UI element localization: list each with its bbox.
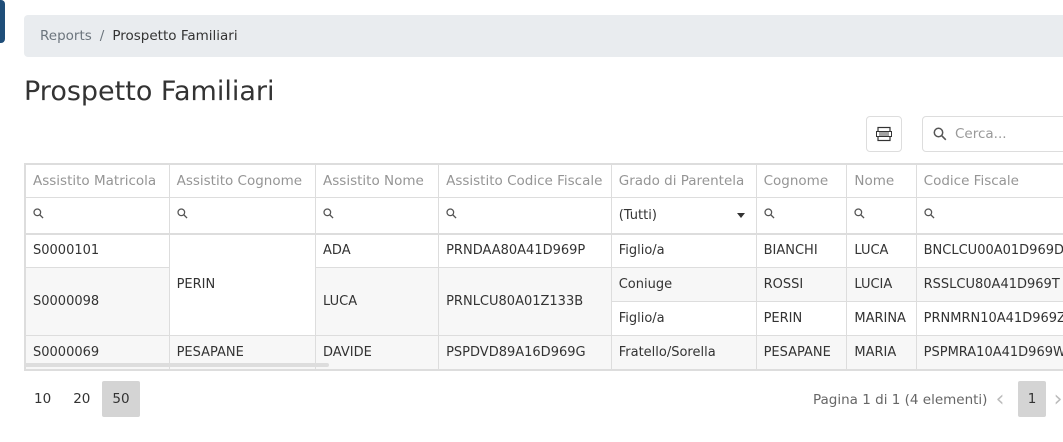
xlsx-export-icon [876,126,892,142]
cell-cognome: PERIN [755,301,848,336]
filter-search-icon [323,208,334,219]
cell-grado-parentela: Fratello/Sorella [610,335,757,370]
cell-assistito-nome: ADA [315,233,440,268]
pager-navigation: ‹ 1 › [988,381,1063,417]
filter-search-icon [176,208,188,219]
search-input[interactable]: Cerca... [922,116,1063,152]
filter-cognome[interactable] [755,197,848,235]
cell-cognome: PESAPANE [755,335,848,370]
data-grid: Assistito Matricola Assistito Cognome As… [24,163,1063,371]
cell-nome: MARINA [846,301,917,336]
cell-cognome: BIANCHI [755,233,848,268]
filter-select-value: (Tutti) [618,207,657,223]
filter-assistito-matricola[interactable] [25,197,170,235]
column-header-assistito-matricola[interactable]: Assistito Matricola [25,164,170,198]
horizontal-scrollbar[interactable] [24,363,329,367]
cell-grado-parentela: Figlio/a [610,301,757,336]
cell-assistito-codice-fiscale: PSPDVD89A16D969G [438,335,612,370]
column-header-nome[interactable]: Nome [846,164,917,198]
cell-assistito-codice-fiscale: PRNDAA80A41D969P [438,233,612,268]
filter-search-icon [33,208,44,219]
search-icon [933,127,947,141]
search-placeholder: Cerca... [955,126,1007,142]
column-header-grado-parentela[interactable]: Grado di Parentela [610,164,757,198]
cell-nome: LUCA [846,233,917,268]
filter-search-icon [446,208,457,219]
filter-search-icon [763,208,775,219]
filter-assistito-nome[interactable] [315,197,440,235]
breadcrumb-separator: / [99,28,105,44]
breadcrumb-current: Prospetto Familiari [112,28,238,44]
filter-codice-fiscale[interactable] [915,197,1063,235]
filter-nome[interactable] [846,197,917,235]
filter-search-icon [924,208,935,219]
cell-assistito-matricola: S0000098 [25,267,170,336]
page-size-10[interactable]: 10 [24,381,61,417]
dropdown-caret-icon [736,212,745,218]
cell-assistito-matricola: S0000101 [25,233,170,268]
page-title: Prospetto Familiari [24,76,275,107]
filter-assistito-cognome[interactable] [168,197,317,235]
filter-search-icon [854,208,865,219]
grid-filter-row: (Tutti) [25,197,1063,235]
cell-nome: LUCIA [846,267,917,302]
column-header-assistito-nome[interactable]: Assistito Nome [315,164,440,198]
cell-assistito-cognome: PERIN [168,233,317,336]
page-size-selector: 10 20 50 [24,381,142,417]
cell-cognome: ROSSI [755,267,848,302]
column-header-assistito-codice-fiscale[interactable]: Assistito Codice Fiscale [438,164,612,198]
export-excel-button[interactable] [866,116,902,152]
column-header-assistito-cognome[interactable]: Assistito Cognome [168,164,317,198]
pager-info: Pagina 1 di 1 (4 elementi) [813,392,988,408]
filter-assistito-codice-fiscale[interactable] [438,197,612,235]
cell-grado-parentela: Figlio/a [610,233,757,268]
column-header-cognome[interactable]: Cognome [755,164,848,198]
prev-page-icon[interactable]: ‹ [988,381,1012,417]
filter-grado-parentela-select[interactable]: (Tutti) [610,197,757,235]
cell-grado-parentela: Coniuge [610,267,757,302]
page-size-20[interactable]: 20 [63,381,100,417]
cell-assistito-nome: LUCA [315,267,440,336]
cell-codice-fiscale: PRNMRN10A41D969Z [915,301,1063,336]
breadcrumb-link-reports[interactable]: Reports [40,28,92,44]
cell-nome: MARIA [846,335,917,370]
next-page-icon[interactable]: › [1046,381,1063,417]
column-header-codice-fiscale[interactable]: Codice Fiscale [915,164,1063,198]
page-size-50[interactable]: 50 [102,381,140,417]
cell-codice-fiscale: BNCLCU00A01D969D [915,233,1063,268]
breadcrumb: Reports / Prospetto Familiari [24,15,1063,57]
cell-codice-fiscale: RSSLCU80A41D969T [915,267,1063,302]
side-panel-tab[interactable] [0,0,5,43]
grid-header-row: Assistito Matricola Assistito Cognome As… [25,164,1063,198]
table-row[interactable]: S0000101 PERIN ADA PRNDAA80A41D969P Figl… [25,233,1063,336]
cell-assistito-nome: DAVIDE [315,335,440,370]
cell-assistito-codice-fiscale: PRNLCU80A01Z133B [438,267,612,336]
page-number-button[interactable]: 1 [1018,381,1046,417]
cell-codice-fiscale: PSPMRA10A41D969W [915,335,1063,370]
